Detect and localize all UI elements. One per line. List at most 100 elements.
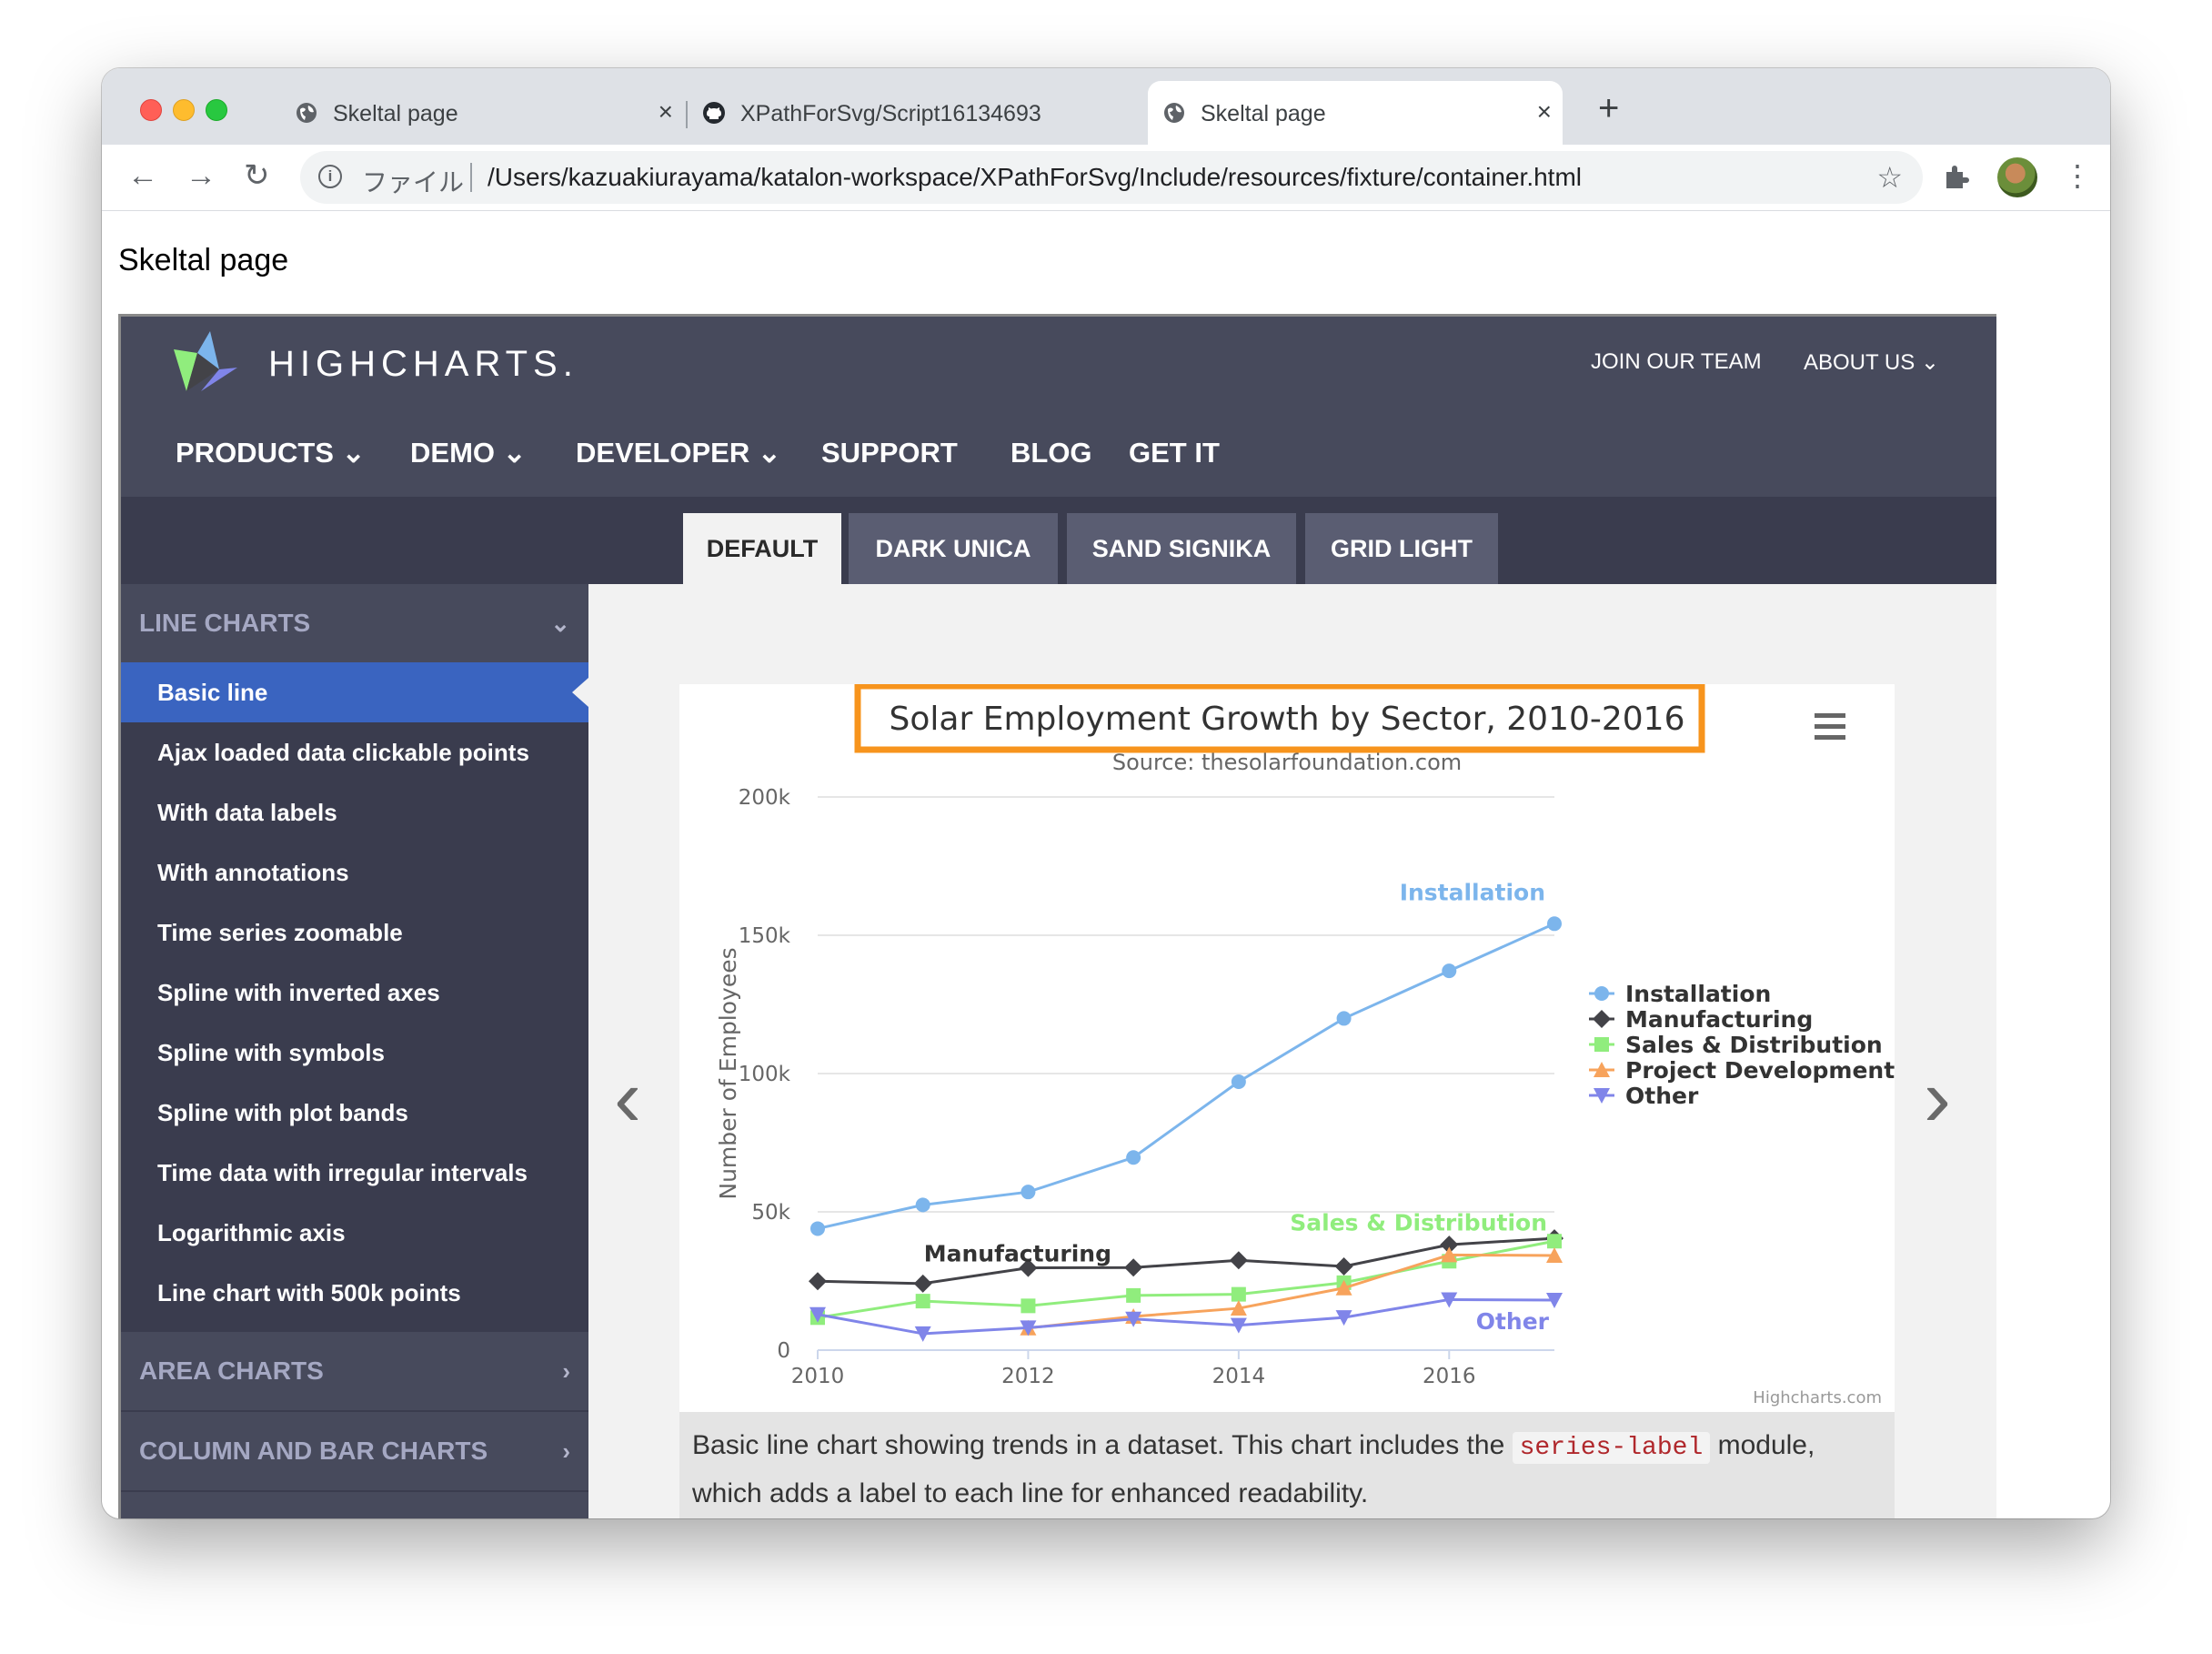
tab-theme-default[interactable]: DEFAULT bbox=[683, 513, 841, 584]
nav-support[interactable]: SUPPORT bbox=[821, 437, 958, 469]
data-point bbox=[1231, 1074, 1246, 1090]
data-point bbox=[913, 1274, 932, 1293]
close-window-button[interactable] bbox=[140, 99, 162, 121]
sidebar-item-irregular-intervals[interactable]: Time data with irregular intervals bbox=[121, 1143, 588, 1203]
demo-content: ‹ › Solar Employment Growth by Sector, 2… bbox=[588, 584, 1996, 1518]
forward-icon[interactable]: → bbox=[186, 157, 216, 194]
legend-item: Project Development bbox=[1625, 1057, 1895, 1084]
data-point bbox=[810, 1221, 825, 1236]
browser-toolbar: ← → ↻ i ファイル /Users/kazuakiurayama/katal… bbox=[102, 145, 2110, 211]
y-tick-label: 50k bbox=[751, 1201, 790, 1225]
bookmark-star-icon[interactable]: ☆ bbox=[1876, 160, 1903, 195]
tab-close-icon[interactable]: × bbox=[1537, 99, 1552, 125]
description-text: Basic line chart showing trends in a dat… bbox=[692, 1423, 1875, 1517]
zoom-window-button[interactable] bbox=[206, 99, 227, 121]
sidebar-item-label: Line chart with 500k points bbox=[157, 1279, 461, 1306]
highcharts-header: HIGHCHARTS. JOIN OUR TEAM ABOUT US ⌄ PRO… bbox=[121, 317, 1996, 497]
nav-products[interactable]: PRODUCTS ⌄ bbox=[176, 437, 366, 469]
extensions-puzzle-icon[interactable] bbox=[1943, 163, 1970, 190]
description-code: series-label bbox=[1512, 1432, 1711, 1464]
data-point bbox=[1593, 1010, 1611, 1028]
data-point bbox=[915, 1197, 930, 1213]
sidebar-item-data-labels[interactable]: With data labels bbox=[121, 782, 588, 842]
sidebar-item-label: Spline with inverted axes bbox=[157, 979, 440, 1006]
tab-title: Skeltal page bbox=[333, 101, 458, 126]
tab-skeltal-page-active[interactable]: Skeltal page × bbox=[1148, 81, 1563, 145]
data-point bbox=[1229, 1251, 1248, 1270]
data-point bbox=[915, 1294, 930, 1309]
category-label: PIE CHARTS bbox=[139, 1492, 294, 1518]
category-area-charts[interactable]: AREA CHARTS › bbox=[121, 1332, 588, 1410]
data-point bbox=[1126, 1150, 1141, 1165]
description-part-1: Basic line chart showing trends in a dat… bbox=[692, 1430, 1513, 1460]
profile-avatar[interactable] bbox=[1997, 157, 2037, 197]
next-chart-arrow-icon[interactable]: › bbox=[1924, 1057, 1951, 1139]
nav-get-it[interactable]: GET IT bbox=[1129, 437, 1220, 469]
data-point bbox=[1126, 1287, 1141, 1303]
tab-theme-dark-unica[interactable]: DARK UNICA bbox=[849, 513, 1058, 584]
about-us-link[interactable]: ABOUT US ⌄ bbox=[1804, 349, 1939, 376]
series-label: Manufacturing bbox=[924, 1241, 1111, 1267]
sidebar-item-spline-symbols[interactable]: Spline with symbols bbox=[121, 1023, 588, 1083]
category-label: LINE CHARTS bbox=[139, 609, 311, 637]
category-label: AREA CHARTS bbox=[139, 1356, 324, 1385]
sidebar-item-basic-line[interactable]: Basic line bbox=[121, 662, 588, 722]
nav-developer[interactable]: DEVELOPER ⌄ bbox=[576, 437, 781, 469]
sidebar-item-spline-plot-bands[interactable]: Spline with plot bands bbox=[121, 1083, 588, 1143]
join-our-team-link[interactable]: JOIN OUR TEAM bbox=[1591, 349, 1762, 375]
category-line-charts[interactable]: LINE CHARTS ⌄ bbox=[121, 584, 588, 662]
theme-tabs: DEFAULT DARK UNICA SAND SIGNIKA GRID LIG… bbox=[121, 497, 1996, 584]
tab-close-icon[interactable]: × bbox=[659, 99, 673, 125]
y-tick-label: 100k bbox=[739, 1063, 791, 1086]
tab-title: XPathForSvg/Script16134693 bbox=[740, 101, 1041, 126]
data-point bbox=[1021, 1298, 1036, 1314]
category-pie-charts[interactable]: PIE CHARTS › bbox=[121, 1492, 588, 1518]
sidebar-item-annotations[interactable]: With annotations bbox=[121, 842, 588, 903]
new-tab-button[interactable]: + bbox=[1598, 90, 1619, 126]
previous-chart-arrow-icon[interactable]: ‹ bbox=[614, 1057, 641, 1139]
hamburger-menu-icon bbox=[1815, 713, 1845, 718]
embedded-page-frame: HIGHCHARTS. JOIN OUR TEAM ABOUT US ⌄ PRO… bbox=[118, 314, 1996, 1518]
sidebar-item-logarithmic[interactable]: Logarithmic axis bbox=[121, 1203, 588, 1263]
url-text[interactable]: /Users/kazuakiurayama/katalon-workspace/… bbox=[488, 163, 1582, 192]
demo-sidebar: LINE CHARTS ⌄ Basic line Ajax loaded dat… bbox=[121, 584, 588, 1518]
chevron-right-icon: › bbox=[562, 1437, 570, 1465]
data-point bbox=[1231, 1286, 1246, 1302]
sidebar-item-500k-points[interactable]: Line chart with 500k points bbox=[121, 1263, 588, 1323]
tab-theme-sand-signika[interactable]: SAND SIGNIKA bbox=[1067, 513, 1296, 584]
x-tick-label: 2014 bbox=[1212, 1365, 1266, 1388]
reload-icon[interactable]: ↻ bbox=[244, 157, 270, 194]
nav-demo[interactable]: DEMO ⌄ bbox=[410, 437, 527, 469]
address-bar[interactable]: i ファイル /Users/kazuakiurayama/katalon-wor… bbox=[300, 151, 1923, 204]
chart-credits: Highcharts.com bbox=[1753, 1388, 1882, 1407]
chart-description: Basic line chart showing trends in a dat… bbox=[679, 1412, 1895, 1518]
y-tick-label: 150k bbox=[739, 924, 791, 948]
data-point bbox=[1336, 1011, 1352, 1026]
url-scheme-label: ファイル bbox=[362, 168, 465, 197]
tab-theme-grid-light[interactable]: GRID LIGHT bbox=[1305, 513, 1498, 584]
sidebar-item-label: With annotations bbox=[157, 859, 349, 886]
data-point bbox=[1021, 1185, 1036, 1200]
minimize-window-button[interactable] bbox=[173, 99, 195, 121]
sidebar-item-time-series[interactable]: Time series zoomable bbox=[121, 903, 588, 963]
sidebar-item-spline-inverted[interactable]: Spline with inverted axes bbox=[121, 963, 588, 1023]
highcharts-logo-text[interactable]: HIGHCHARTS. bbox=[268, 344, 578, 385]
back-icon[interactable]: ← bbox=[127, 157, 158, 194]
category-column-bar-charts[interactable]: COLUMN AND BAR CHARTS › bbox=[121, 1412, 588, 1490]
series-label: Other bbox=[1476, 1308, 1550, 1335]
category-label: COLUMN AND BAR CHARTS bbox=[139, 1437, 488, 1465]
sidebar-item-ajax-loaded[interactable]: Ajax loaded data clickable points bbox=[121, 722, 588, 782]
chevron-right-icon: › bbox=[562, 1492, 570, 1518]
more-menu-icon[interactable]: ⋮ bbox=[2063, 159, 2092, 192]
info-icon[interactable]: i bbox=[318, 165, 342, 188]
sidebar-item-label: Spline with plot bands bbox=[157, 1099, 408, 1126]
data-point bbox=[1547, 916, 1562, 932]
sidebar-item-label: With data labels bbox=[157, 799, 337, 826]
nav-blog[interactable]: BLOG bbox=[1010, 437, 1092, 469]
data-point bbox=[1334, 1256, 1353, 1276]
highcharts-logo-icon[interactable] bbox=[174, 331, 239, 397]
y-tick-label: 0 bbox=[777, 1339, 790, 1363]
tab-skeltal-page-1[interactable]: Skeltal page × bbox=[280, 81, 684, 145]
data-point bbox=[1594, 986, 1609, 1001]
line-chart: Solar Employment Growth by Sector, 2010-… bbox=[715, 684, 1895, 1407]
